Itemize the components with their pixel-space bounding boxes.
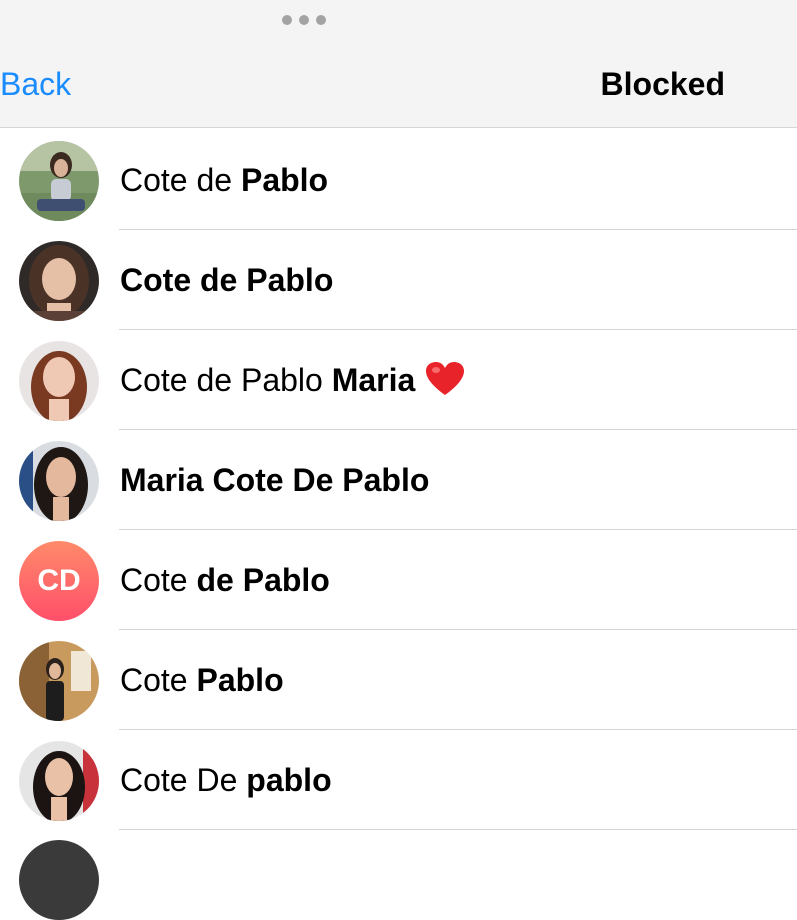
contact-name: Cote Pablo — [120, 660, 284, 700]
contact-name-regular: Cote — [120, 562, 197, 598]
heart-icon — [426, 362, 465, 395]
contact-name: Cote De pablo — [120, 760, 332, 800]
avatar — [19, 840, 99, 920]
list-item[interactable]: Cote de Pablo Maria — [0, 330, 797, 430]
list-item[interactable]: Cote De pablo — [0, 730, 797, 830]
contact-name-regular: Cote de Pablo — [120, 362, 332, 398]
avatar — [19, 141, 99, 221]
avatar — [19, 641, 99, 721]
list-item[interactable]: Cote de Pablo — [0, 130, 797, 230]
contact-name-bold: Maria — [331, 362, 416, 398]
contact-name-regular: Cote De — [120, 762, 247, 798]
list-item[interactable]: Maria Cote De Pablo — [0, 430, 797, 530]
contact-name-bold: pablo — [246, 762, 332, 798]
dot-icon — [316, 15, 326, 25]
avatar — [19, 441, 99, 521]
page-title: Blocked — [600, 66, 725, 102]
contact-name: Cote de Pablo — [120, 160, 328, 200]
contact-name-bold: Maria Cote De Pablo — [120, 462, 430, 498]
contact-name-bold: Cote de Pablo — [120, 262, 334, 298]
contact-name-regular: Cote de — [120, 162, 241, 198]
blocked-contacts-list: Cote de Pablo Cote de Pablo Cote de Pabl… — [0, 130, 797, 830]
more-options-handle[interactable] — [282, 14, 326, 26]
dot-icon — [299, 15, 309, 25]
contact-name: Maria Cote De Pablo — [120, 460, 429, 500]
avatar — [19, 341, 99, 421]
navigation-bar: Back Blocked — [0, 0, 797, 128]
list-item[interactable]: CD Cote de Pablo — [0, 530, 797, 630]
avatar-initials: CD — [19, 541, 99, 621]
contact-name: Cote de Pablo — [120, 260, 333, 300]
contact-name: Cote de Pablo Maria — [120, 360, 465, 400]
list-item[interactable]: Cote Pablo — [0, 630, 797, 730]
contact-name-regular: Cote — [120, 662, 197, 698]
contact-name-bold: de Pablo — [196, 562, 330, 598]
avatar — [19, 741, 99, 821]
contact-name-bold: Pablo — [196, 662, 284, 698]
list-item[interactable]: Cote de Pablo — [0, 230, 797, 330]
back-button[interactable]: Back — [0, 64, 71, 104]
contact-name: Cote de Pablo — [120, 560, 330, 600]
dot-icon — [282, 15, 292, 25]
avatar — [19, 241, 99, 321]
contact-name-bold: Pablo — [240, 162, 329, 198]
